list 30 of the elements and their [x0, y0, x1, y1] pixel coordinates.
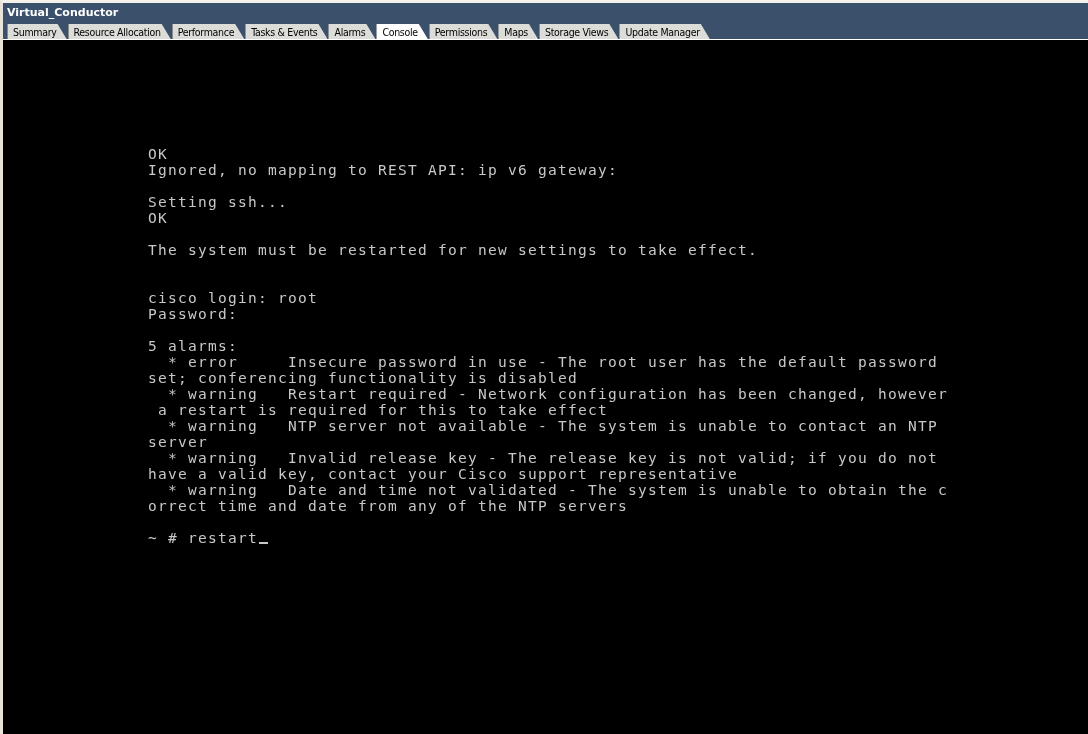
- console-line: OK: [148, 210, 168, 226]
- tab[interactable]: Maps: [498, 24, 538, 39]
- console-line: have a valid key, contact your Cisco support representative: [148, 466, 738, 482]
- console-line: * error Insecure password in use - The root user has the default password: [167, 354, 938, 370]
- console-line: ~ # restart: [148, 530, 258, 546]
- tab[interactable]: Alarms: [328, 24, 376, 39]
- tab[interactable]: Tasks & Events: [245, 24, 328, 39]
- console-line: cisco login: root: [148, 290, 318, 306]
- console-line: 5 alarms:: [148, 338, 238, 354]
- console-line: set; conferencing functionality is disabled: [148, 370, 578, 386]
- tab[interactable]: Permissions: [428, 24, 498, 39]
- tab[interactable]: Storage Views: [539, 24, 619, 39]
- console-line: Ignored, no mapping to REST API: ip v6 gateway:: [148, 162, 618, 178]
- console-line: * warning Invalid release key - The release key is not valid; if you do not: [167, 450, 938, 466]
- window-title: Virtual_Conductor: [3, 3, 1088, 21]
- console-line: Password:: [148, 306, 238, 322]
- console-line: OK: [148, 146, 168, 162]
- console-line: Setting ssh...: [148, 194, 288, 210]
- console-line: server: [148, 434, 208, 450]
- console-line: The system must be restarted for new settings to take effect.: [148, 242, 758, 258]
- tab[interactable]: Update Manager: [619, 24, 710, 39]
- tab[interactable]: Console: [376, 24, 428, 39]
- console-line: * warning Date and time not validated - The system is unable to obtain the c: [167, 482, 948, 498]
- console-line: * warning Restart required - Network configuration has been changed, however: [167, 386, 948, 402]
- tab[interactable]: Resource Allocation: [67, 24, 171, 39]
- console-line: a restart is required for this to take effect: [157, 402, 608, 418]
- tab[interactable]: Summary: [7, 24, 67, 39]
- console-line: * warning NTP server not available - The system is unable to contact an NTP: [167, 418, 938, 434]
- console-line: orrect time and date from any of the NTP servers: [148, 498, 628, 514]
- tab[interactable]: Performance: [171, 24, 245, 39]
